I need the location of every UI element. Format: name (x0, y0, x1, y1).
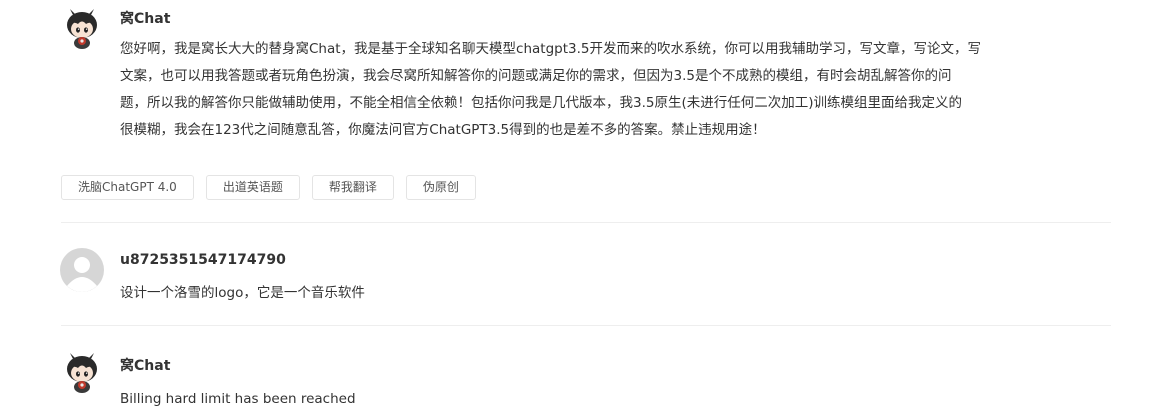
message-line: Billing hard limit has been reached (120, 391, 356, 407)
chat-page: 窝Chat 您好啊，我是窝长大大的替身窝Chat，我是基于全球知名聊天模型cha… (0, 0, 1160, 415)
message-text: 设计一个洛雪的logo，它是一个音乐软件 (120, 283, 1065, 303)
message-line: 您好啊，我是窝长大大的替身窝Chat，我是基于全球知名聊天模型chatgpt3.… (120, 41, 981, 57)
suggestion-chip-translate[interactable]: 帮我翻译 (311, 175, 394, 200)
divider (61, 325, 1111, 326)
message-line: 题，所以我的解答你只能做辅助使用，不能全相信全依赖！包括你问我是几代版本，我3.… (120, 95, 963, 111)
sender-name: u8725351547174790 (120, 252, 286, 268)
suggestion-chip-rewrite[interactable]: 伪原创 (405, 175, 476, 200)
message-line: 文案，也可以用我答题或者玩角色扮演，我会尽窝所知解答你的问题或满足你的需求，但因… (120, 68, 952, 84)
bot-avatar (60, 7, 104, 51)
chibi-girl-avatar-icon (67, 353, 97, 393)
message-text: 您好啊，我是窝长大大的替身窝Chat，我是基于全球知名聊天模型chatgpt3.… (120, 36, 1065, 144)
message-line: 设计一个洛雪的logo，它是一个音乐软件 (120, 285, 365, 301)
suggestion-chip-english-question[interactable]: 出道英语题 (205, 175, 300, 200)
suggestion-chips: 洗脑ChatGPT 4.0 出道英语题 帮我翻译 伪原创 (61, 175, 476, 200)
user-message: u8725351547174790 设计一个洛雪的logo，它是一个音乐软件 (60, 248, 1110, 301)
message-line: 很模糊，我会在123代之间随意乱答，你魔法问官方ChatGPT3.5得到的也是差… (120, 122, 766, 138)
chibi-girl-avatar-icon (67, 9, 97, 49)
divider (61, 222, 1111, 223)
bot-avatar (60, 351, 104, 395)
bot-welcome-message: 窝Chat 您好啊，我是窝长大大的替身窝Chat，我是基于全球知名聊天模型cha… (60, 7, 1110, 157)
suggestion-chip-gpt4[interactable]: 洗脑ChatGPT 4.0 (61, 175, 194, 200)
bot-reply-message: 窝Chat Billing hard limit has been reache… (60, 351, 1110, 415)
sender-name: 窝Chat (120, 358, 171, 374)
message-text: Billing hard limit has been reached (120, 389, 1065, 409)
sender-name: 窝Chat (120, 11, 171, 27)
default-user-avatar-icon (60, 248, 104, 292)
user-avatar (60, 248, 104, 292)
